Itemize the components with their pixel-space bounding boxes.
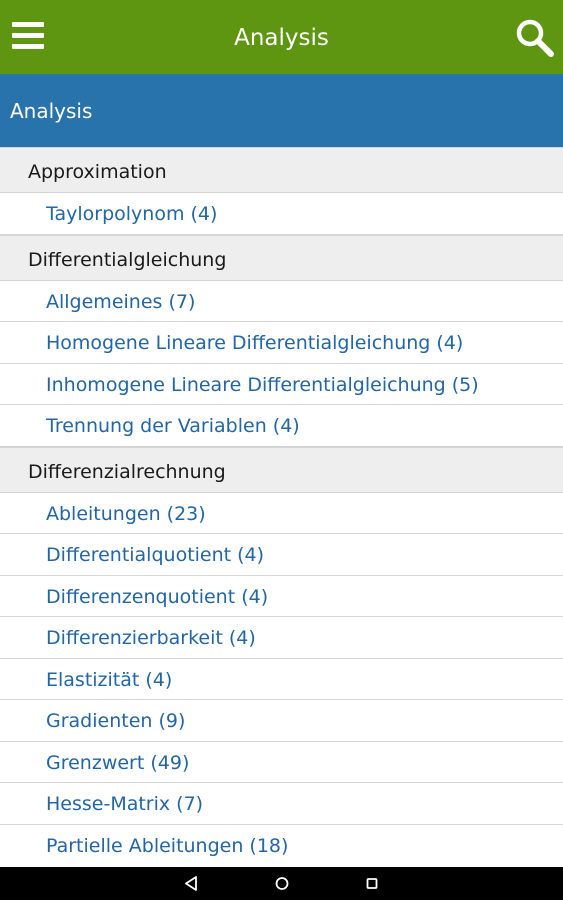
back-triangle-icon[interactable] (172, 867, 212, 900)
section-header: Differentialgleichung (0, 234, 563, 281)
search-icon[interactable] (515, 18, 555, 58)
topic-list-item[interactable]: Ableitungen (23) (0, 492, 563, 534)
app-bar-title: Analysis (234, 25, 329, 51)
section-header: Differenzialrechnung (0, 446, 563, 493)
topic-list-item[interactable]: Differenzierbarkeit (4) (0, 617, 563, 659)
topic-list-item[interactable]: Grenzwert (49) (0, 741, 563, 783)
topic-list-item[interactable]: Elastizität (4) (0, 658, 563, 700)
topic-list-item[interactable]: Inhomogene Lineare Differentialgleichung… (0, 363, 563, 405)
topic-list-item[interactable]: Homogene Lineare Differentialgleichung (… (0, 322, 563, 364)
topic-list-item[interactable]: Gradienten (9) (0, 700, 563, 742)
topic-list-item[interactable]: Partielle Ableitungen (18) (0, 824, 563, 866)
topic-list-item[interactable]: Allgemeines (7) (0, 280, 563, 322)
topic-list-item[interactable]: Hesse-Matrix (7) (0, 783, 563, 825)
section-header: Approximation (0, 147, 563, 193)
category-header: Analysis (0, 74, 563, 147)
topic-list-item[interactable]: Differenzenquotient (4) (0, 575, 563, 617)
system-navigation-bar (0, 867, 563, 900)
category-title: Analysis (10, 99, 93, 123)
topic-list-item[interactable]: Taylorpolynom (4) (0, 193, 563, 235)
home-circle-icon[interactable] (262, 867, 302, 900)
app-bar: Analysis (0, 0, 563, 74)
recents-square-icon[interactable] (352, 867, 392, 900)
topic-list-item[interactable]: Trennung der Variablen (4) (0, 405, 563, 447)
hamburger-menu-icon[interactable] (10, 22, 46, 54)
topic-list-item[interactable]: Differentialquotient (4) (0, 534, 563, 576)
topic-list[interactable]: Approximation Taylorpolynom (4) Differenti… (0, 147, 563, 867)
